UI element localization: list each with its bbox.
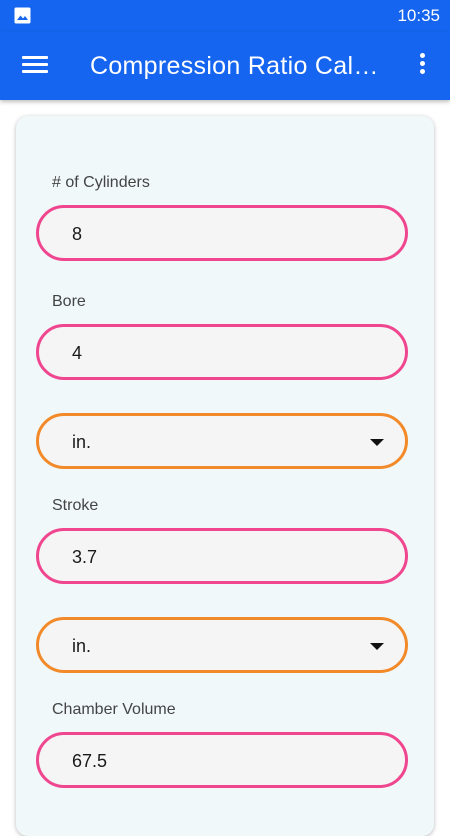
bore-unit-value: in.	[72, 432, 92, 452]
bore-input[interactable]	[72, 342, 372, 364]
calculator-card: # of Cylinders Bore in. Stroke in. Chamb…	[16, 116, 434, 836]
cylinders-label: # of Cylinders	[52, 174, 150, 191]
app-bar: Compression Ratio Cal…	[0, 32, 450, 100]
stroke-unit-dropdown[interactable]: in.	[36, 617, 408, 673]
chamber-volume-input[interactable]	[72, 750, 372, 772]
bore-unit-dropdown[interactable]: in.	[36, 413, 408, 469]
dropdown-arrow-icon	[370, 643, 384, 650]
bore-field[interactable]	[36, 324, 408, 380]
bore-label: Bore	[52, 293, 86, 310]
stroke-input[interactable]	[72, 546, 372, 568]
image-icon	[14, 7, 31, 24]
more-vertical-icon[interactable]	[412, 53, 432, 79]
app-title: Compression Ratio Cal…	[90, 52, 379, 80]
hamburger-menu-icon[interactable]	[22, 54, 48, 76]
chamber-volume-field[interactable]	[36, 732, 408, 788]
chamber-volume-label: Chamber Volume	[52, 701, 176, 718]
status-bar: 10:35	[0, 0, 450, 32]
stroke-label: Stroke	[52, 497, 99, 514]
stroke-field[interactable]	[36, 528, 408, 584]
cylinders-field[interactable]	[36, 205, 408, 261]
cylinders-input[interactable]	[72, 223, 372, 245]
stroke-unit-value: in.	[72, 636, 92, 656]
status-time: 10:35	[397, 6, 440, 25]
dropdown-arrow-icon	[370, 439, 384, 446]
